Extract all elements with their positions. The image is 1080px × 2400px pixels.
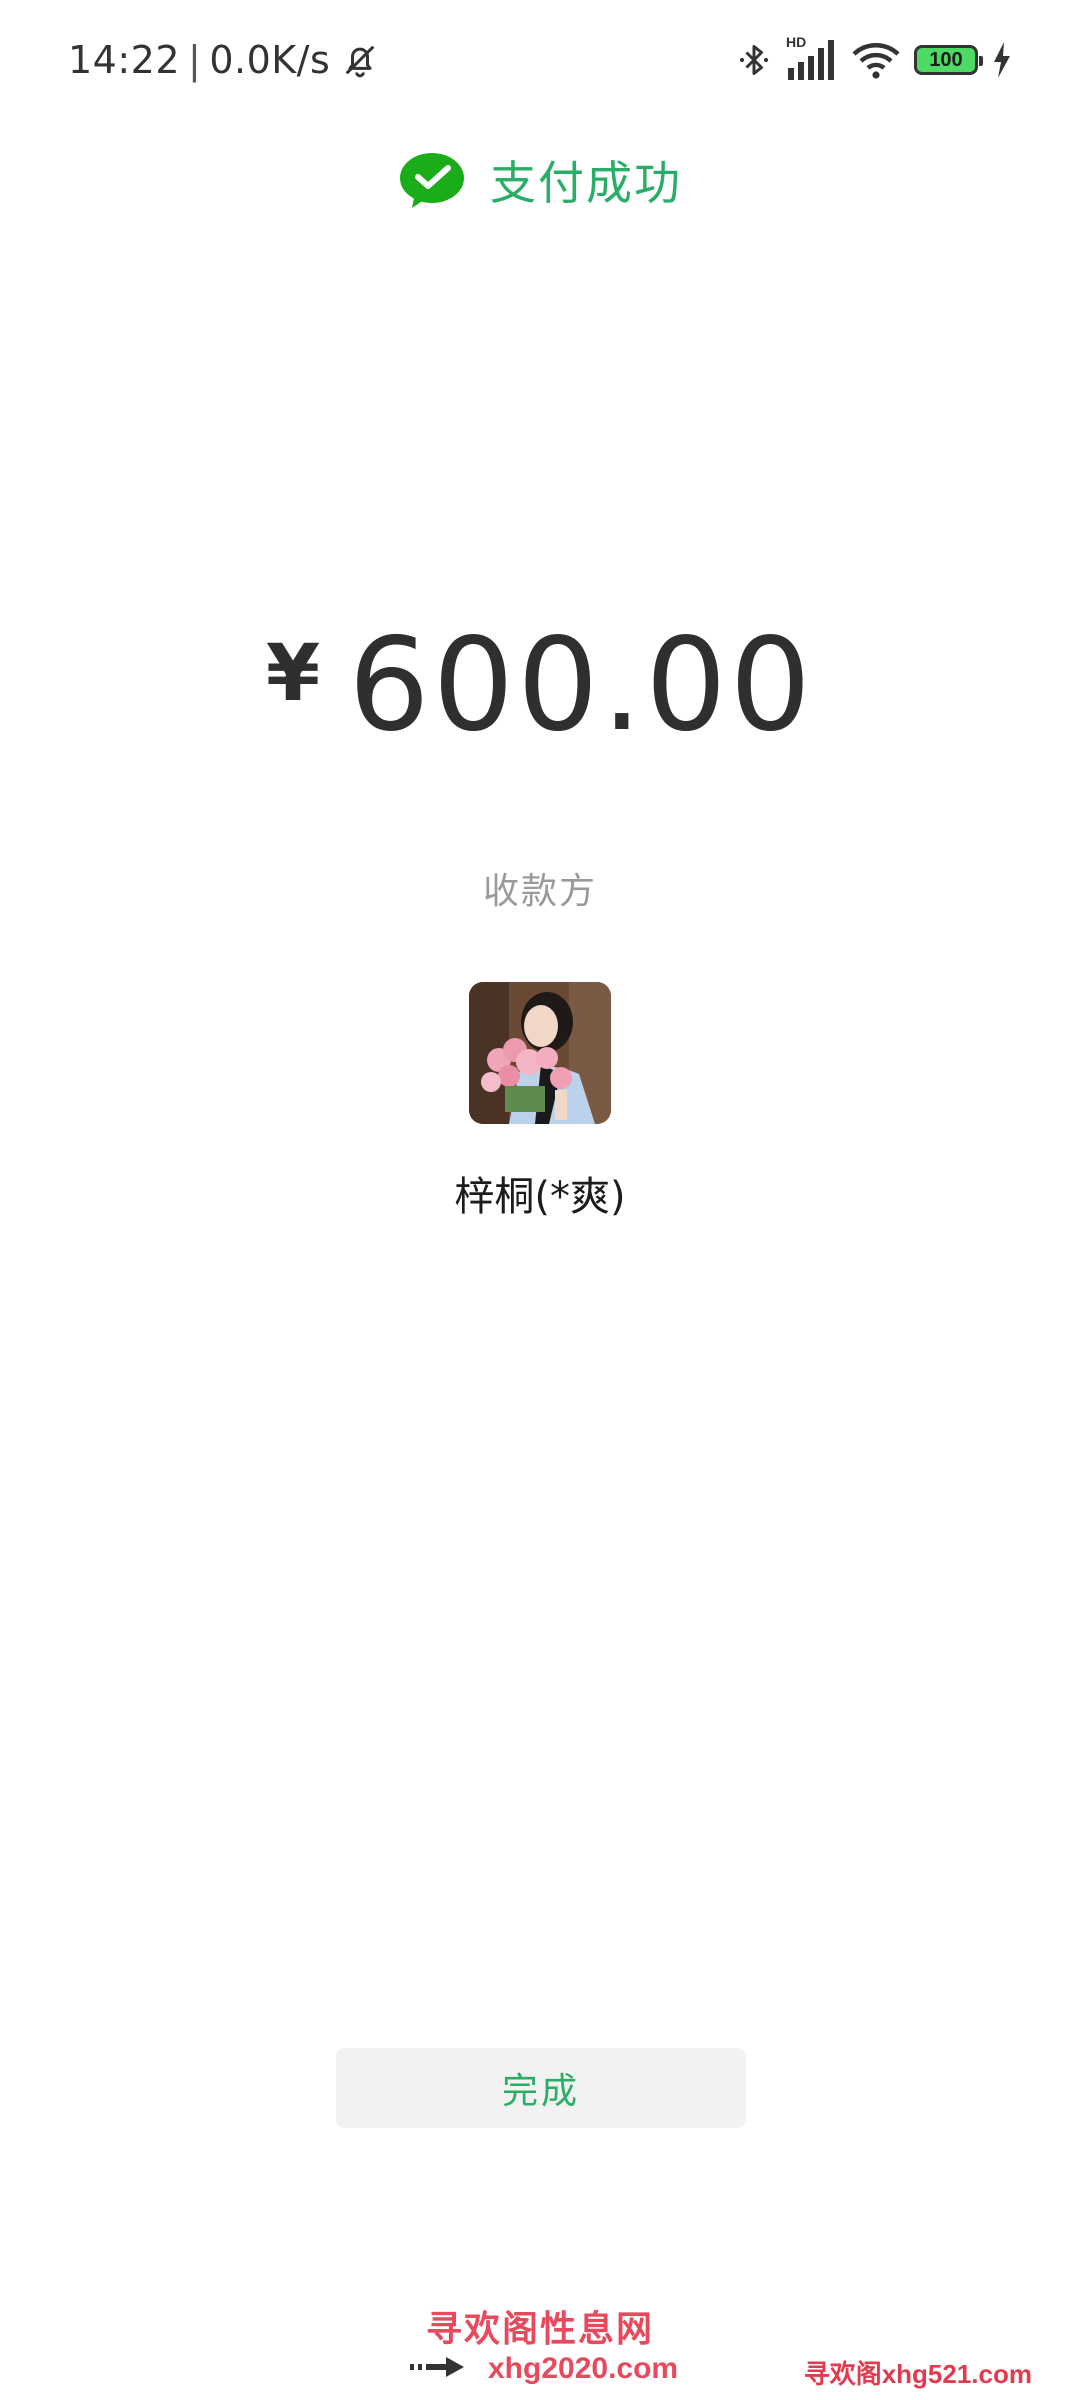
wechat-success-icon: [398, 150, 466, 210]
network-speed: 0.0K/s: [209, 38, 331, 82]
done-button[interactable]: 完成: [336, 2048, 746, 2128]
payee-label: 收款方: [482, 871, 597, 912]
watermark-url-row: xhg2020.com: [410, 2352, 678, 2386]
watermark-title: 寻欢阁性息网: [425, 2308, 654, 2350]
status-right: HD 100: [736, 30, 1012, 90]
battery-icon: 100: [914, 45, 983, 75]
signal-icon: HD: [786, 34, 838, 82]
arrow-right-icon: [410, 2355, 466, 2383]
wifi-icon: [852, 40, 900, 80]
status-left: 14:22 | 0.0K/s: [68, 30, 380, 90]
bell-muted-icon: [340, 40, 380, 80]
page-title: 支付成功: [490, 156, 682, 210]
status-separator: |: [188, 38, 202, 82]
payment-amount: ¥ 600.00: [0, 610, 1080, 760]
page-header: 支付成功: [0, 140, 1080, 220]
status-time: 14:22: [68, 38, 181, 82]
avatar: [469, 982, 611, 1124]
charging-icon: [992, 42, 1012, 78]
battery-level: 100: [929, 48, 963, 71]
watermark-url: xhg2020.com: [488, 2352, 679, 2385]
watermark-corner: 寻欢阁xhg521.com: [803, 2359, 1032, 2389]
payment-success-screen: 14:22 | 0.0K/s HD 100 支付成功 ¥ 600.00 收款方 …: [0, 0, 1080, 2400]
amount-value: 600.00: [348, 610, 815, 760]
payee-name: 梓桐(*爽): [454, 1174, 626, 1220]
currency-symbol: ¥: [265, 629, 321, 719]
bluetooth-icon: [736, 40, 772, 80]
status-bar: 14:22 | 0.0K/s HD 100: [0, 0, 1080, 118]
